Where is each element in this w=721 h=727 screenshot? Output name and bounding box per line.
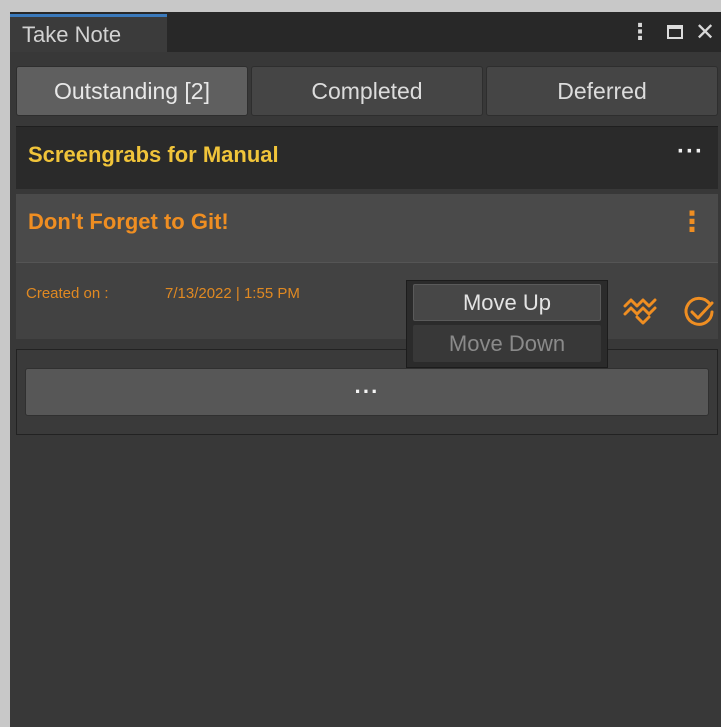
note-group-header[interactable]: Screengrabs for Manual ··· [16,126,718,189]
close-icon[interactable]: ✕ [690,12,720,52]
title-bar: Take Note ⋮ ✕ [10,12,721,52]
note-header[interactable]: Don't Forget to Git! ⋮ [16,194,718,263]
add-note-panel: ··· [16,349,718,435]
created-date: 7/13/2022 | 1:55 PM [165,285,300,302]
menu-item-move-down: Move Down [413,325,601,362]
group-more-button[interactable]: ··· [677,127,704,177]
tab-outstanding[interactable]: Outstanding [2] [16,66,248,116]
add-note-button[interactable]: ··· [25,368,709,416]
tab-deferred[interactable]: Deferred [486,66,718,116]
take-note-window: Take Note ⋮ ✕ Outstanding [2] Completed … [10,12,721,727]
maximize-icon[interactable] [660,12,690,52]
group-title: Screengrabs for Manual [28,142,279,167]
maximize-icon-box [667,25,683,39]
kebab-vertical-icon[interactable]: ⋮ [625,12,655,52]
tab-completed[interactable]: Completed [251,66,483,116]
note-title: Don't Forget to Git! [28,209,229,234]
tab-bar: Outstanding [2] Completed Deferred [16,66,718,116]
check-circle-icon[interactable] [682,295,716,329]
created-label: Created on : [26,285,109,302]
context-menu: Move Up Move Down [406,280,608,368]
menu-item-move-up[interactable]: Move Up [413,284,601,321]
note-footer: Created on : 7/13/2022 | 1:55 PM [16,263,718,339]
reorder-icon[interactable] [622,295,658,329]
note-menu-icon[interactable]: ⋮ [678,194,706,250]
window-tab[interactable]: Take Note [10,14,167,52]
